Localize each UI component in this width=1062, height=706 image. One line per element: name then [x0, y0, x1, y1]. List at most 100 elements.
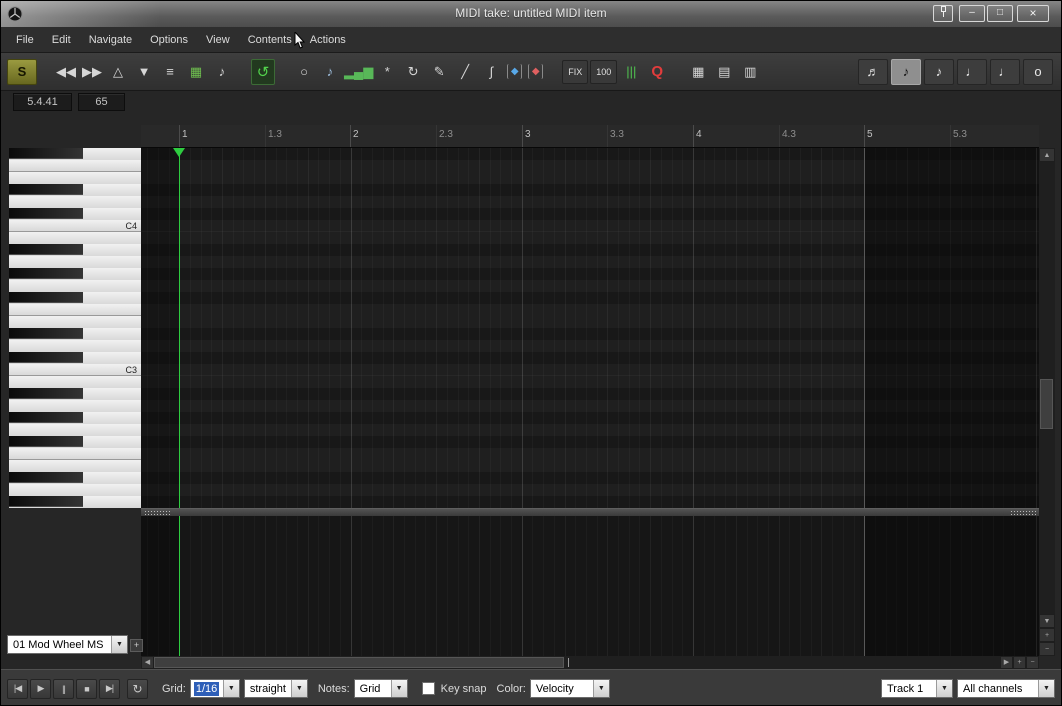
piano-key-A2[interactable]: [9, 400, 141, 412]
menu-item-view[interactable]: View: [197, 27, 239, 53]
scroll-left-button[interactable]: ◀: [141, 656, 154, 669]
repeat-button[interactable]: ↻: [127, 679, 148, 699]
vertical-scrollbar-thumb[interactable]: [1040, 379, 1053, 429]
chevron-down-icon[interactable]: ▼: [291, 680, 307, 697]
menu-item-actions[interactable]: Actions: [301, 27, 355, 53]
vertical-scrollbar[interactable]: ▲ ▼ + −: [1039, 148, 1055, 656]
add-cc-lane-button[interactable]: +: [130, 639, 143, 652]
piano-key-As2[interactable]: [9, 388, 141, 400]
note-length-1-16-button[interactable]: ♪: [891, 59, 921, 85]
piano-key-Ds4[interactable]: [9, 184, 141, 196]
chevron-down-icon[interactable]: ▼: [593, 680, 609, 697]
go-to-start-button[interactable]: |◀: [7, 679, 28, 699]
grid-cols-icon[interactable]: ▥: [738, 59, 762, 85]
note-length-whole-button[interactable]: o: [1023, 59, 1053, 85]
note-length-1-32-button[interactable]: ♬: [858, 59, 888, 85]
piano-key-Cs2[interactable]: [9, 496, 141, 508]
hzoom-in-button[interactable]: +: [1013, 656, 1026, 669]
close-button[interactable]: ×: [1017, 5, 1049, 22]
black-key[interactable]: [9, 496, 83, 507]
key-snap-checkbox[interactable]: [422, 682, 435, 695]
black-key[interactable]: [9, 436, 83, 447]
chevron-down-icon[interactable]: ▼: [111, 636, 127, 653]
piano-key-D2[interactable]: [9, 484, 141, 496]
draw-line-icon[interactable]: ╱: [453, 59, 477, 85]
maximize-button[interactable]: □: [987, 5, 1013, 22]
velocity-value-button[interactable]: 100: [590, 60, 617, 84]
piano-key-F4[interactable]: [9, 160, 141, 172]
piano-key-F3[interactable]: [9, 304, 141, 316]
piano-key-Fs4[interactable]: [9, 148, 141, 160]
piano-key-Ds2[interactable]: [9, 472, 141, 484]
draw-pencil-icon[interactable]: ✎: [427, 59, 451, 85]
scroll-down-button[interactable]: ▼: [1039, 614, 1055, 628]
move-down-icon[interactable]: ▼: [132, 59, 156, 85]
hzoom-out-button[interactable]: −: [1026, 656, 1039, 669]
dock-editor-button[interactable]: ↺: [251, 59, 275, 85]
piano-keyboard[interactable]: C4C3: [9, 148, 141, 508]
note-select-icon[interactable]: ♪: [318, 59, 342, 85]
cc-lane-select[interactable]: 01 Mod Wheel MS ▼: [7, 635, 128, 654]
note-length-1-2-button[interactable]: ♩: [990, 59, 1020, 85]
piano-key-C3[interactable]: C3: [9, 364, 141, 376]
move-up-icon[interactable]: △: [106, 59, 130, 85]
lane-divider[interactable]: [141, 508, 1039, 516]
piano-key-F2[interactable]: [9, 448, 141, 460]
black-key[interactable]: [9, 472, 83, 483]
piano-key-E2[interactable]: [9, 460, 141, 472]
stop-button[interactable]: ■: [76, 679, 97, 699]
track-select[interactable]: Track 1 ▼: [881, 679, 953, 698]
black-key[interactable]: [9, 208, 83, 219]
next-marker-icon[interactable]: ◆: [528, 64, 543, 79]
quantize-q-button[interactable]: Q: [645, 59, 669, 85]
grid-type-select[interactable]: straight ▼: [244, 679, 308, 698]
go-to-end-button[interactable]: ▶|: [99, 679, 120, 699]
edit-cursor-marker[interactable]: [173, 148, 185, 157]
piano-key-As3[interactable]: [9, 244, 141, 256]
black-key[interactable]: [9, 412, 83, 423]
note-grid[interactable]: [141, 148, 1039, 508]
play-button[interactable]: ▶: [30, 679, 51, 699]
black-key[interactable]: [9, 184, 83, 195]
pin-button[interactable]: [933, 5, 953, 22]
piano-key-G3[interactable]: [9, 280, 141, 292]
note-length-1-8-button[interactable]: ♪: [924, 59, 954, 85]
vzoom-out-button[interactable]: −: [1039, 642, 1055, 656]
black-key[interactable]: [9, 328, 83, 339]
grid-rows-icon[interactable]: ▤: [712, 59, 736, 85]
grid-division-select[interactable]: 1/16 ▼: [190, 679, 240, 698]
horizontal-scrollbar-thumb[interactable]: [154, 657, 564, 668]
horizontal-scrollbar[interactable]: ◀ ▶ + −: [141, 656, 1039, 669]
piano-key-D3[interactable]: [9, 340, 141, 352]
color-select[interactable]: Velocity ▼: [530, 679, 610, 698]
piano-key-Fs3[interactable]: [9, 292, 141, 304]
black-key[interactable]: [9, 244, 83, 255]
piano-key-E3[interactable]: [9, 316, 141, 328]
vertical-scrollbar-track[interactable]: [1039, 162, 1055, 614]
piano-key-Ds3[interactable]: [9, 328, 141, 340]
piano-key-E4[interactable]: [9, 172, 141, 184]
piano-key-A3[interactable]: [9, 256, 141, 268]
cc-lane[interactable]: [141, 516, 1039, 656]
draw-curve-icon[interactable]: ∫: [479, 59, 503, 85]
piano-key-Fs2[interactable]: [9, 436, 141, 448]
piano-key-Cs4[interactable]: [9, 208, 141, 220]
piano-key-B2[interactable]: [9, 376, 141, 388]
vzoom-in-button[interactable]: +: [1039, 628, 1055, 642]
black-key[interactable]: [9, 352, 83, 363]
grid-dense-icon[interactable]: ▦: [686, 59, 710, 85]
note-length-1-4-button[interactable]: ♩: [957, 59, 987, 85]
scroll-up-button[interactable]: ▲: [1039, 148, 1055, 162]
piano-key-Gs3[interactable]: [9, 268, 141, 280]
chevron-down-icon[interactable]: ▼: [223, 680, 239, 697]
chevron-down-icon[interactable]: ▼: [1038, 680, 1054, 697]
piano-key-Cs3[interactable]: [9, 352, 141, 364]
nav-prev-icon[interactable]: ◀◀: [54, 59, 78, 85]
piano-key-D4[interactable]: [9, 196, 141, 208]
minimize-button[interactable]: –: [959, 5, 985, 22]
velocity-bars-icon[interactable]: ▂▄▆: [344, 59, 373, 85]
fix-velocity-button[interactable]: FIX: [562, 60, 588, 84]
black-key[interactable]: [9, 148, 83, 159]
prev-marker-icon[interactable]: ◆: [507, 64, 522, 79]
piano-key-Gs2[interactable]: [9, 412, 141, 424]
